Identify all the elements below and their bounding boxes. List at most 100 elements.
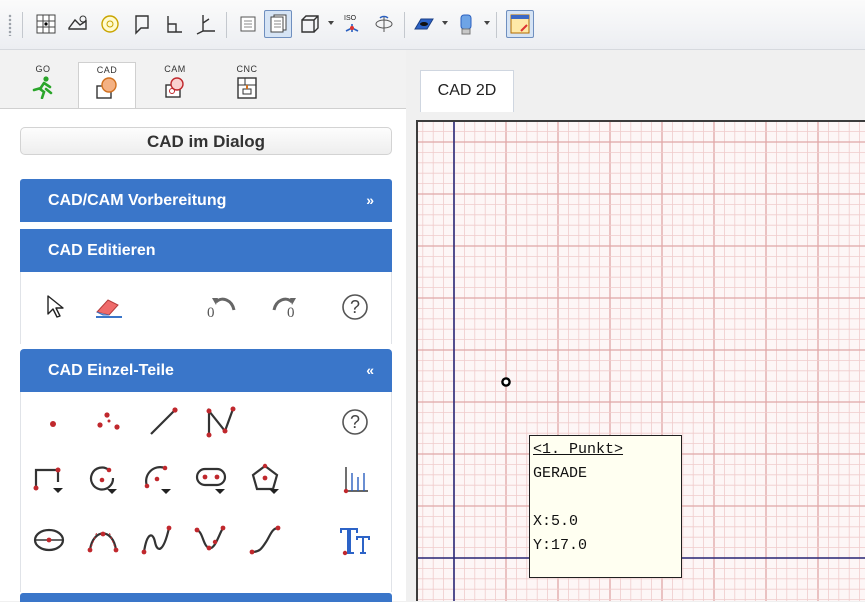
pointer-arrow-icon [47, 295, 64, 318]
curve-through-points-button[interactable] [193, 522, 229, 558]
rotate-3d-icon [375, 15, 393, 32]
shade-dropdown-arrow[interactable] [442, 21, 448, 25]
text-tool-button[interactable] [337, 522, 373, 558]
cad-einzel-teile-tools: ? [20, 392, 392, 592]
toolbar-separator [226, 12, 227, 38]
spline-tool-button[interactable] [139, 522, 175, 558]
window-highlight-icon [510, 14, 530, 34]
point-icon [50, 421, 56, 427]
cube-view-dropdown-arrow[interactable] [328, 21, 334, 25]
center-view-button[interactable] [96, 10, 124, 38]
tab-cnc[interactable]: CNC [218, 62, 276, 108]
redo-arrow-icon [272, 297, 296, 311]
front-view-icon [135, 15, 149, 35]
undo-button[interactable]: 0 [205, 289, 241, 325]
cad-shapes-icon [96, 77, 117, 99]
redo-button[interactable]: 0 [267, 289, 303, 325]
grid-view-button[interactable] [32, 10, 60, 38]
layers-button[interactable] [264, 10, 292, 38]
polygon-tool-button[interactable] [247, 462, 283, 498]
iso-view-button[interactable]: ISO [338, 10, 366, 38]
top-view-icon [196, 15, 215, 35]
toolbar-separator [404, 12, 405, 38]
top-view-button[interactable] [192, 10, 220, 38]
tooltip-step: <1. Punkt> [533, 441, 624, 458]
cam-icon [165, 77, 184, 98]
line-tool-button[interactable] [145, 404, 181, 440]
tool-button[interactable] [452, 10, 480, 38]
target-circle-icon [101, 15, 119, 33]
cad-editieren-tools: 0 0 ? [20, 272, 392, 344]
tooltip-spacer [533, 486, 681, 510]
dimension-icon [343, 467, 368, 494]
help-question-mark: ? [349, 412, 360, 432]
eraser-button[interactable] [91, 289, 127, 325]
cube-view-button[interactable] [296, 10, 324, 38]
outline-box-icon [240, 16, 256, 32]
select-pointer-button[interactable] [37, 289, 73, 325]
layers-icon [270, 14, 287, 33]
rotate-3d-button[interactable] [370, 10, 398, 38]
multi-point-tool-button[interactable] [91, 404, 127, 440]
polygon-dropdown-icon [251, 463, 279, 494]
drawing-area: CAD 2D <1. Punkt> GERADE X:5.0 Y:17.0 [406, 50, 865, 601]
rectangle-dropdown-icon [33, 467, 63, 493]
rectangle-tool-button[interactable] [31, 462, 67, 498]
section-cad-editieren-header[interactable]: CAD Editieren [20, 229, 392, 272]
cad-tab-panel: CAD im Dialog CAD/CAM Vorbereitung » CAD… [0, 108, 406, 602]
einzel-help-button[interactable]: ? [337, 404, 373, 440]
section-cad-einzel-teile-header[interactable]: CAD Einzel-Teile « [20, 349, 392, 392]
iso-axes-icon: ISO [344, 15, 359, 32]
front-view-button[interactable] [128, 10, 156, 38]
tool-dropdown-arrow[interactable] [484, 21, 490, 25]
multi-point-icon [97, 412, 120, 430]
svg-text:ISO: ISO [344, 15, 357, 22]
side-view-button[interactable] [160, 10, 188, 38]
polyline-icon [206, 406, 236, 438]
tab-cad[interactable]: CAD [78, 62, 136, 108]
collapse-chevron-icon[interactable]: « [366, 349, 374, 392]
toolbar-grip[interactable] [8, 14, 12, 36]
section-cad-einzel-teile-title: CAD Einzel-Teile [48, 362, 174, 379]
circle-tool-button[interactable] [85, 462, 121, 498]
ellipse-icon [33, 528, 65, 552]
outline-button[interactable] [234, 10, 262, 38]
slot-tool-button[interactable] [193, 462, 229, 498]
tab-go[interactable]: GO [14, 62, 72, 108]
tab-cnc-label: CNC [236, 64, 258, 74]
circle-dropdown-icon [89, 466, 117, 494]
toolbar-separator [496, 12, 497, 38]
line-icon [150, 407, 178, 435]
side-view-icon [167, 16, 182, 33]
dimension-tool-button[interactable] [337, 462, 373, 498]
spline-icon [141, 525, 172, 555]
shade-button[interactable] [410, 10, 438, 38]
ellipse-tool-button[interactable] [31, 522, 67, 558]
grid-view-icon [36, 14, 56, 34]
help-button[interactable]: ? [337, 289, 373, 325]
shaded-solid-icon [414, 18, 434, 30]
cursor-tooltip: <1. Punkt> GERADE X:5.0 Y:17.0 [529, 435, 682, 578]
polyline-tool-button[interactable] [203, 404, 239, 440]
cad-2d-canvas[interactable]: <1. Punkt> GERADE X:5.0 Y:17.0 [416, 120, 865, 601]
text-icon [340, 528, 370, 556]
section-cadcam-vorbereitung-header[interactable]: CAD/CAM Vorbereitung » [20, 179, 392, 222]
slot-dropdown-icon [195, 467, 227, 494]
tangent-line-button[interactable] [247, 522, 283, 558]
tooltip-x-coordinate: X:5.0 [533, 513, 579, 530]
arc-tool-button[interactable] [139, 462, 175, 498]
tab-go-label: GO [35, 64, 51, 74]
curve-points-icon [194, 525, 226, 551]
point-tool-button[interactable] [35, 404, 71, 440]
tab-cam[interactable]: CAM [146, 62, 204, 108]
tab-cad-2d[interactable]: CAD 2D [420, 70, 514, 112]
bezier-tool-button[interactable] [85, 522, 121, 558]
eraser-icon [96, 299, 122, 318]
undo-count: 0 [207, 305, 215, 321]
cad-im-dialog-button[interactable]: CAD im Dialog [20, 127, 392, 155]
expand-chevron-icon[interactable]: » [366, 179, 374, 222]
arc-dropdown-icon [144, 465, 171, 494]
window-button[interactable] [506, 10, 534, 38]
cube-icon [301, 15, 319, 33]
rotate-view-button[interactable] [64, 10, 92, 38]
